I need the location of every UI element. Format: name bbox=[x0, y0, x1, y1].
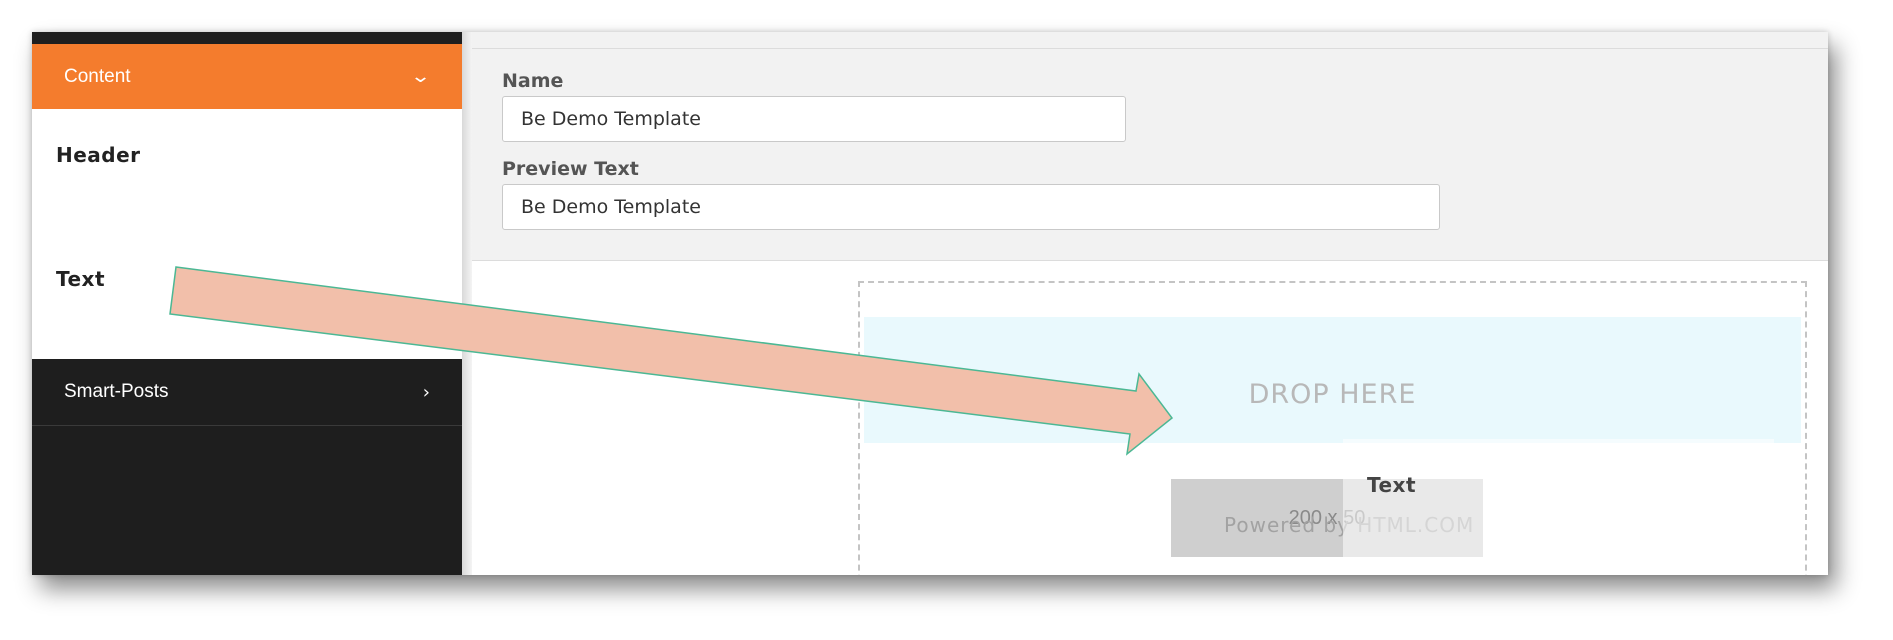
preview-text-input[interactable] bbox=[502, 184, 1440, 230]
name-label: Name bbox=[502, 70, 564, 92]
chevron-right-icon: › bbox=[422, 381, 430, 403]
drag-ghost-label: Text bbox=[1367, 473, 1417, 497]
sidebar-section-smart-posts[interactable]: Smart-Posts › bbox=[32, 359, 462, 426]
sidebar-top-bar bbox=[32, 32, 462, 44]
content-block-header[interactable]: Header bbox=[56, 143, 141, 167]
main-area: Name Preview Text DROP HERE 200 x 50 Pow… bbox=[462, 32, 1828, 575]
template-settings-panel: Name Preview Text bbox=[472, 32, 1828, 261]
sidebar: Content ⌄ Header Text Smart-Posts › bbox=[32, 32, 462, 575]
preview-text-label: Preview Text bbox=[502, 158, 639, 180]
content-block-text[interactable]: Text bbox=[56, 267, 105, 291]
email-builder-window: Content ⌄ Header Text Smart-Posts › Name… bbox=[32, 32, 1828, 575]
sidebar-section-label: Smart-Posts bbox=[64, 381, 169, 402]
drop-zone-label: DROP HERE bbox=[1248, 379, 1417, 410]
name-input[interactable] bbox=[502, 96, 1126, 142]
chevron-down-icon: ⌄ bbox=[409, 66, 432, 87]
divider bbox=[472, 48, 1828, 49]
sidebar-section-content[interactable]: Content ⌄ bbox=[32, 44, 462, 109]
sidebar-divider bbox=[462, 32, 472, 575]
drag-ghost bbox=[1343, 439, 1774, 563]
template-canvas: DROP HERE 200 x 50 Powered by HTML.COM T… bbox=[472, 261, 1828, 575]
drop-zone[interactable]: DROP HERE bbox=[864, 317, 1801, 443]
sidebar-section-label: Content bbox=[64, 65, 131, 87]
content-blocks-panel: Header Text bbox=[32, 109, 462, 359]
